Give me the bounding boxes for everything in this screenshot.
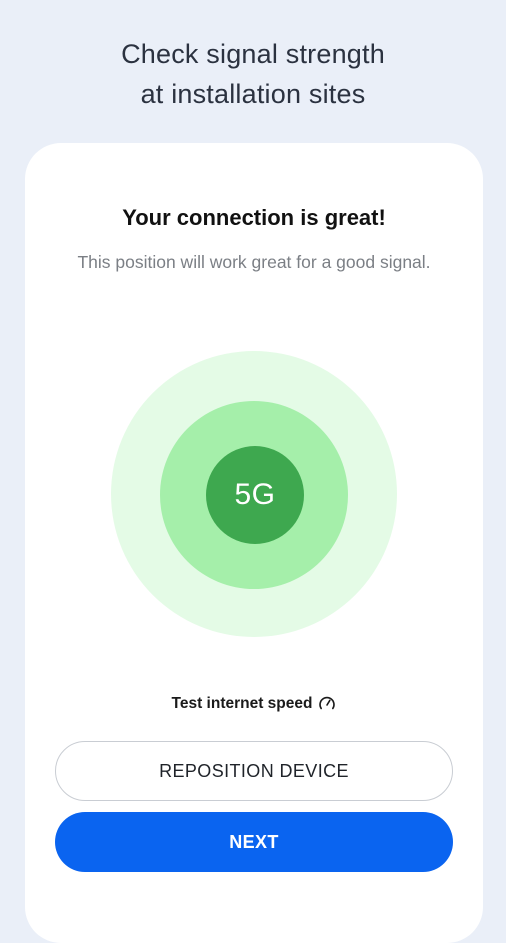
next-button[interactable]: NEXT [55,812,453,872]
headline-line-2: at installation sites [140,79,366,109]
connection-status-title: Your connection is great! [122,205,386,230]
test-speed-link[interactable]: Test internet speed [25,695,483,713]
test-speed-label: Test internet speed [171,695,313,712]
connection-status-subtitle: This position will work great for a good… [77,252,431,272]
onboarding-headline: Check signal strength at installation si… [0,34,506,114]
headline-line-1: Check signal strength [121,39,385,69]
connection-card: Your connection is great! This position … [25,143,483,943]
network-type-label: 5G [234,478,276,511]
signal-indicator: 5G [206,446,304,544]
speedometer-icon [318,695,336,713]
reposition-device-button[interactable]: REPOSITION DEVICE [55,741,453,801]
